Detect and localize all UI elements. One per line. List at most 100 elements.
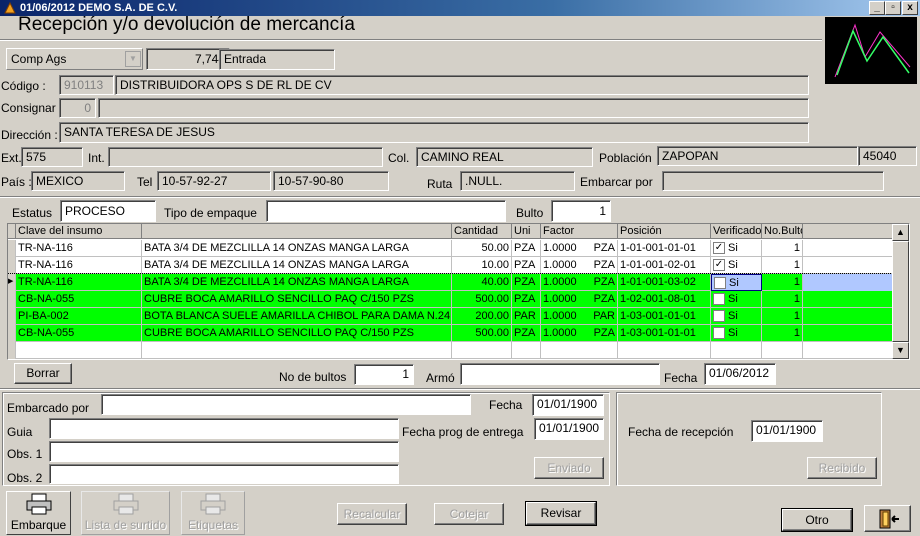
cotejar-button[interactable]: Cotejar [434, 503, 504, 525]
col-uni[interactable]: Uni [512, 224, 541, 239]
verificado-cell[interactable]: Si [711, 291, 762, 308]
guia-field[interactable] [49, 418, 399, 439]
factor-value: 1.0000 [543, 327, 577, 339]
table-row[interactable]: TR-NA-116 BATA 3/4 DE MEZCLILLA 14 ONZAS … [8, 240, 892, 257]
lista-surtido-button[interactable]: Lista de surtido [81, 491, 170, 535]
desc-cell: BATA 3/4 DE MEZCLILLA 14 ONZAS MANGA LAR… [142, 257, 452, 274]
close-button[interactable]: x [902, 1, 918, 15]
embarque-button[interactable]: Embarque [6, 491, 71, 535]
enviado-button[interactable]: Enviado [534, 457, 604, 479]
checkbox-icon[interactable] [713, 293, 725, 306]
empty-cell [541, 342, 618, 359]
verificado-cell[interactable]: Si [711, 308, 762, 325]
factor-value: 1.0000 [543, 259, 577, 271]
scroll-down-icon[interactable]: ▼ [892, 342, 909, 359]
otro-button[interactable]: Otro [781, 508, 853, 532]
lista-surtido-label: Lista de surtido [84, 518, 167, 532]
fecha-field[interactable]: 01/06/2012 [704, 363, 776, 385]
empty-cell [8, 342, 16, 359]
row-selector: ▶ [8, 274, 16, 291]
recepcion-fecha-field[interactable]: 01/01/1900 [751, 420, 823, 442]
borrar-button[interactable]: Borrar [14, 363, 72, 384]
col-descripcion[interactable] [142, 224, 452, 239]
shipping-fecha-field[interactable]: 01/01/1900 [532, 394, 604, 416]
revisar-button[interactable]: Revisar [525, 501, 597, 526]
bulto-cell: 1 [762, 240, 803, 257]
etiquetas-label: Etiquetas [187, 518, 239, 532]
verificado-cell[interactable]: Si [711, 325, 762, 342]
factor-value: 1.0000 [543, 242, 577, 254]
obs1-field[interactable] [49, 441, 399, 462]
exit-button[interactable] [864, 505, 911, 532]
checkbox-icon[interactable] [713, 310, 725, 323]
etiquetas-button[interactable]: Etiquetas [181, 491, 245, 535]
verificado-cell[interactable]: ✓ Si [711, 240, 762, 257]
factor-cell: 1.0000 PZA [541, 257, 618, 274]
minimize-button[interactable]: _ [869, 1, 885, 15]
checkbox-checked-icon[interactable]: ✓ [713, 242, 725, 255]
col-verificado[interactable]: Verificado [711, 224, 762, 239]
scroll-up-icon[interactable]: ▲ [892, 224, 909, 241]
checkbox-checked-icon[interactable]: ✓ [713, 259, 725, 272]
table-row[interactable]: TR-NA-116 BATA 3/4 DE MEZCLILLA 14 ONZAS … [8, 257, 892, 274]
checkbox-icon[interactable] [714, 277, 726, 290]
printer-icon [200, 493, 226, 515]
factor-unit: PZA [593, 242, 615, 254]
restore-button[interactable]: ▫ [885, 1, 901, 15]
branch-select[interactable]: Comp Ags ▼ [6, 48, 143, 70]
factor-unit: PZA [593, 276, 615, 288]
col-posicion[interactable]: Posición [618, 224, 711, 239]
table-row[interactable]: CB-NA-055 CUBRE BOCA AMARILLO SENCILLO PA… [8, 291, 892, 308]
clave-cell: TR-NA-116 [16, 257, 142, 274]
row-selector [8, 291, 16, 308]
embarcar-label: Embarcar por [580, 175, 653, 189]
bulto-field[interactable]: 1 [551, 200, 611, 222]
estatus-field: PROCESO [60, 200, 156, 222]
obs2-field[interactable] [49, 464, 399, 484]
guia-label: Guia [7, 425, 33, 439]
cp-field: 45040 [858, 146, 917, 166]
table-row[interactable]: PI-BA-002 BOTA BLANCA SUELE AMARILLA CHIB… [8, 308, 892, 325]
scroll-thumb[interactable] [892, 241, 909, 342]
empaque-field[interactable] [266, 200, 506, 222]
col-bulto[interactable]: No.Bulto [762, 224, 803, 239]
col-field: CAMINO REAL [416, 147, 593, 167]
empty-cell [452, 342, 512, 359]
desc-cell: BOTA BLANCA SUELE AMARILLA CHIBOL PARA D… [142, 308, 452, 325]
table-row[interactable]: ▶ TR-NA-116 BATA 3/4 DE MEZCLILLA 14 ONZAS… [8, 273, 893, 292]
table-row-empty[interactable] [8, 342, 892, 359]
poblacion-label: Población [599, 151, 652, 165]
consignar-field[interactable]: 0 [59, 98, 96, 118]
armo-field[interactable] [460, 363, 660, 385]
col-clave[interactable]: Clave del insumo [16, 224, 142, 239]
table-row[interactable]: CB-NA-055 CUBRE BOCA AMARILLO SENCILLO PA… [8, 325, 892, 342]
recalcular-button[interactable]: Recalcular [337, 503, 407, 525]
company-logo [825, 17, 917, 84]
embarcado-field[interactable] [101, 394, 471, 415]
chevron-down-icon[interactable]: ▼ [125, 51, 141, 67]
uni-cell: PZA [512, 291, 541, 308]
recibido-button[interactable]: Recibido [807, 457, 877, 479]
pais-field: MEXICO [31, 171, 125, 191]
verificado-cell[interactable]: ✓ Si [711, 257, 762, 274]
fecha-label: Fecha [664, 371, 698, 385]
tel2-field: 10-57-90-80 [273, 171, 389, 191]
no-bultos-field[interactable]: 1 [354, 364, 414, 385]
obs1-label: Obs. 1 [7, 447, 43, 461]
col-factor[interactable]: Factor [541, 224, 618, 239]
embarque-label: Embarque [10, 518, 67, 532]
verificado-cell[interactable]: Si [711, 274, 762, 291]
grid-scrollbar[interactable]: ▲ ▼ [892, 224, 909, 359]
items-grid[interactable]: Clave del insumo Cantidad Uni Factor Pos… [7, 223, 910, 360]
verificado-label: Si [729, 277, 739, 289]
divider [0, 39, 822, 41]
fecha-prog-field[interactable]: 01/01/1900 [534, 418, 604, 440]
factor-cell: 1.0000 PZA [541, 274, 618, 291]
int-label: Int. [88, 151, 105, 165]
obs2-label: Obs. 2 [7, 471, 43, 485]
row-selector [8, 325, 16, 342]
clave-cell: CB-NA-055 [16, 291, 142, 308]
cant-cell: 500.00 [452, 325, 512, 342]
col-cantidad[interactable]: Cantidad [452, 224, 512, 239]
checkbox-icon[interactable] [713, 327, 725, 340]
